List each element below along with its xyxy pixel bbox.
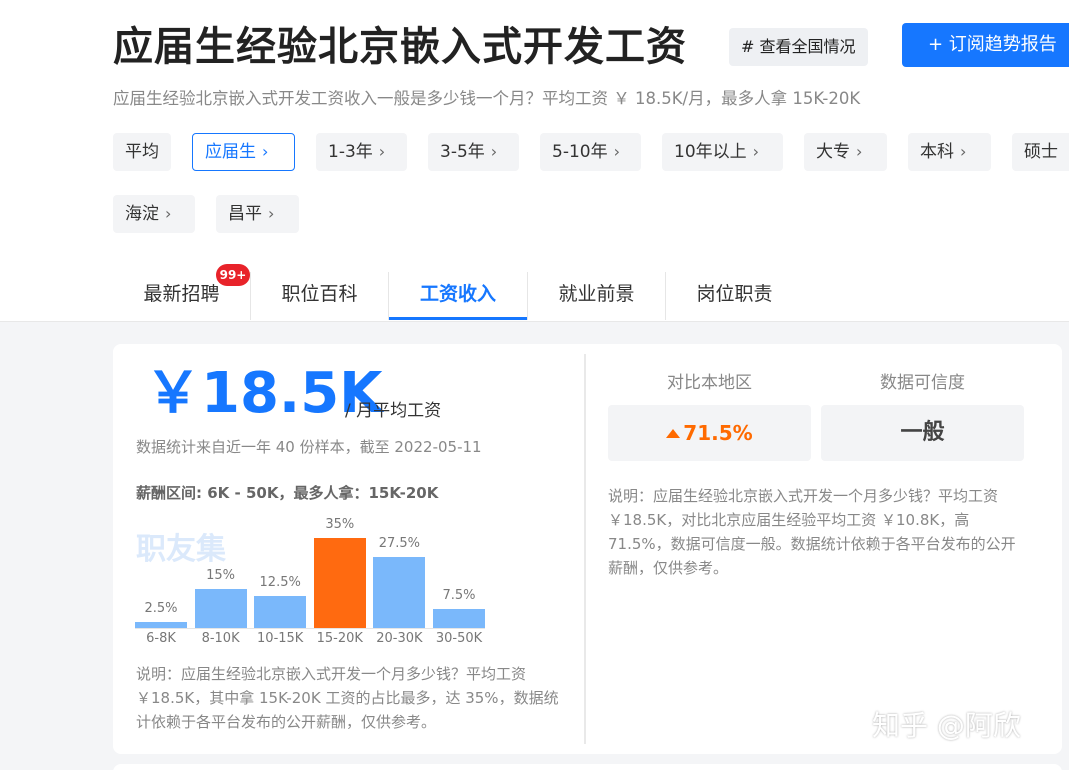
credibility-box: 一般 (821, 405, 1024, 461)
filter-chip-changping[interactable]: 昌平 › (216, 195, 299, 233)
filter-chip-label: 平均 (125, 142, 159, 162)
site-watermark: 职友集 (136, 532, 226, 567)
chart-bar (373, 557, 426, 628)
average-salary-unit: / 月平均工资 (345, 401, 442, 421)
next-card (113, 764, 1062, 770)
arrow-up-icon (666, 429, 681, 438)
bar-category-label: 6-8K (146, 631, 176, 646)
page-title: 应届生经验北京嵌入式开发工资 (113, 24, 687, 70)
filter-chip-label: 应届生 (205, 142, 256, 162)
chart-baseline (135, 628, 485, 629)
bar-category-label: 15-20K (316, 631, 363, 646)
credibility-value: 一般 (900, 420, 945, 445)
zhihu-watermark: 知乎 @阿欣 (872, 709, 1021, 742)
region-compare-value: 71.5% (683, 421, 753, 445)
tab-career-prospects[interactable]: 就业前景 (528, 262, 665, 320)
salary-range-text: 薪酬区间: 6K - 50K，最多人拿：15K-20K (136, 484, 439, 502)
bar-value-label: 7.5% (442, 587, 476, 603)
region-compare-title: 对比本地区 (667, 373, 752, 393)
chevron-right-icon: › (752, 142, 760, 161)
bar-value-label: 2.5% (144, 600, 178, 616)
chart-bar (254, 595, 307, 628)
salary-description: 说明：应届生经验北京嵌入式开发一个月多少钱？平均工资 ￥18.5K，其中拿 15… (136, 665, 559, 731)
chevron-right-icon: › (613, 142, 620, 161)
credibility-title: 数据可信度 (880, 373, 965, 393)
sample-note: 数据统计来自近一年 40 份样本，截至 2022-05-11 (136, 438, 482, 456)
chart-bar (194, 589, 247, 628)
filter-chip-bachelor[interactable]: 本科 › (908, 133, 991, 171)
filter-chip-graduate[interactable]: 应届生 › (192, 133, 295, 171)
view-national-button[interactable]: # 查看全国情况 (729, 28, 868, 66)
chevron-right-icon: › (378, 142, 386, 161)
filter-chip-label: 硕士 (1024, 142, 1058, 162)
bar-value-label: 12.5% (259, 574, 301, 590)
tab-salary-income[interactable]: 工资收入 (389, 262, 527, 320)
filter-chip-5-10-years[interactable]: 5-10年 › (540, 133, 641, 171)
bar-category-label: 10-15K (257, 631, 304, 646)
tab-job-wiki[interactable]: 职位百科 (251, 262, 388, 320)
chevron-right-icon: › (490, 142, 498, 161)
bar-value-label: 27.5% (378, 536, 421, 552)
filter-chip-label: 昌平 (228, 204, 262, 224)
filter-chip-10-plus-years[interactable]: 10年以上 › (662, 133, 783, 171)
filter-chip-college[interactable]: 大专 › (804, 133, 887, 171)
filter-chip-haidian[interactable]: 海淀 › (113, 195, 195, 233)
filter-chip-master[interactable]: 硕士 (1012, 133, 1069, 171)
filter-chip-label: 10年以上 (674, 142, 747, 162)
chevron-right-icon: › (960, 142, 967, 161)
filter-chip-label: 1-3年 (328, 142, 373, 162)
filter-chip-label: 大专 (816, 142, 850, 162)
chart-bar (433, 608, 485, 628)
subscribe-report-button[interactable]: + 订阅趋势报告 (902, 23, 1069, 67)
page-subtitle: 应届生经验北京嵌入式开发工资收入一般是多少钱一个月？平均工资 ￥ 18.5K/月… (113, 89, 861, 108)
filter-chip-3-5-years[interactable]: 3-5年 › (428, 133, 519, 171)
filter-chip-average[interactable]: 平均 (113, 133, 171, 171)
bar-category-label: 20-30K (376, 631, 423, 646)
bar-value-label: 15% (206, 568, 236, 584)
filter-chip-1-3-years[interactable]: 1-3年 › (316, 133, 407, 171)
chevron-right-icon: › (165, 204, 172, 223)
bar-value-label: 35% (325, 517, 355, 532)
filter-chip-label: 3-5年 (440, 142, 485, 162)
region-compare-box: 71.5% (608, 405, 811, 461)
new-jobs-badge: 99+ (216, 264, 250, 286)
filter-chip-label: 5-10年 (552, 142, 608, 162)
chevron-right-icon: › (262, 142, 269, 161)
chart-bar (313, 538, 366, 628)
comparison-description: 说明：应届生经验北京嵌入式开发一个月多少钱？平均工资 ￥18.5K，对比北京应届… (608, 487, 1016, 577)
chevron-right-icon: › (268, 204, 275, 223)
tab-job-duties[interactable]: 岗位职责 (666, 262, 803, 320)
chevron-right-icon: › (856, 142, 863, 161)
bar-category-label: 8-10K (201, 631, 240, 646)
card-divider (584, 354, 586, 744)
filter-chip-label: 本科 (920, 142, 954, 162)
bar-category-label: 30-50K (435, 631, 483, 646)
filter-chip-label: 海淀 (125, 204, 159, 224)
